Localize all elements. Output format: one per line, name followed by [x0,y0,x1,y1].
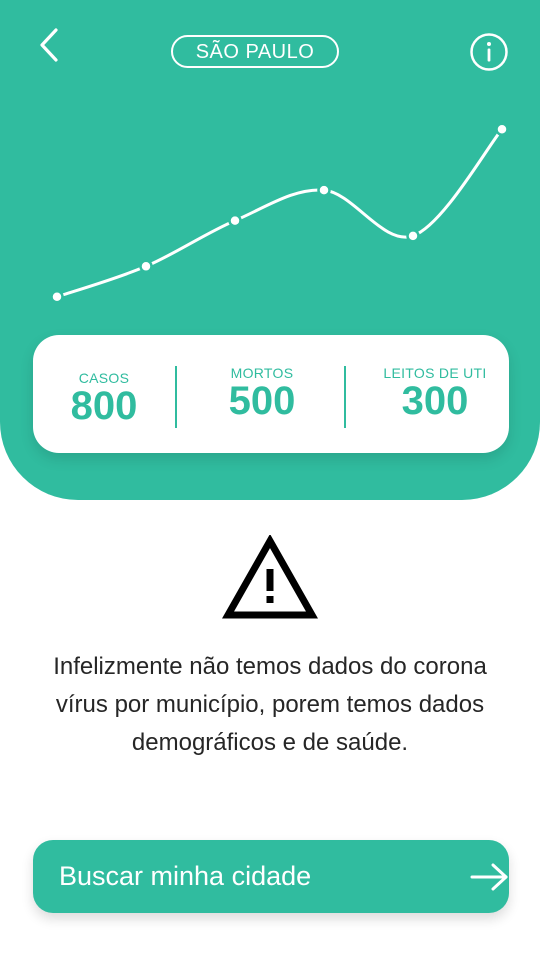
stat-value: 800 [70,384,138,428]
stat-divider [175,366,177,428]
trend-point [228,213,242,228]
stats-card: CASOS 800 MORTOS 500 LEITOS DE UTI 300 [33,335,509,453]
trend-point [406,229,420,243]
chevron-left-icon[interactable] [34,24,70,68]
search-city-button-label: Buscar minha cidade [59,861,312,891]
search-city-button[interactable]: Buscar minha cidade [33,840,509,913]
warning-icon [222,535,318,619]
no-data-message: Infelizmente não temos dados do corona v… [53,653,487,756]
stat-divider [344,366,346,428]
arrow-right-icon [470,863,508,891]
stat-value: 500 [228,379,296,423]
cases-trend-chart [50,122,509,304]
stat-value: 300 [401,379,469,423]
trend-point [50,290,64,304]
info-icon[interactable] [469,32,509,72]
stat-deaths: MORTOS 500 [211,365,313,421]
stat-cases: CASOS 800 [53,370,155,426]
city-name-badge: SÃO PAULO [171,35,339,68]
trend-point [317,183,331,197]
trend-point [495,122,509,136]
stat-icu-beds: LEITOS DE UTI 300 [371,365,499,421]
trend-point [139,259,153,274]
header-panel: SÃO PAULO CASOS 800 MORTOS 500 LEITOS DE… [0,0,540,500]
trend-line [56,128,504,299]
